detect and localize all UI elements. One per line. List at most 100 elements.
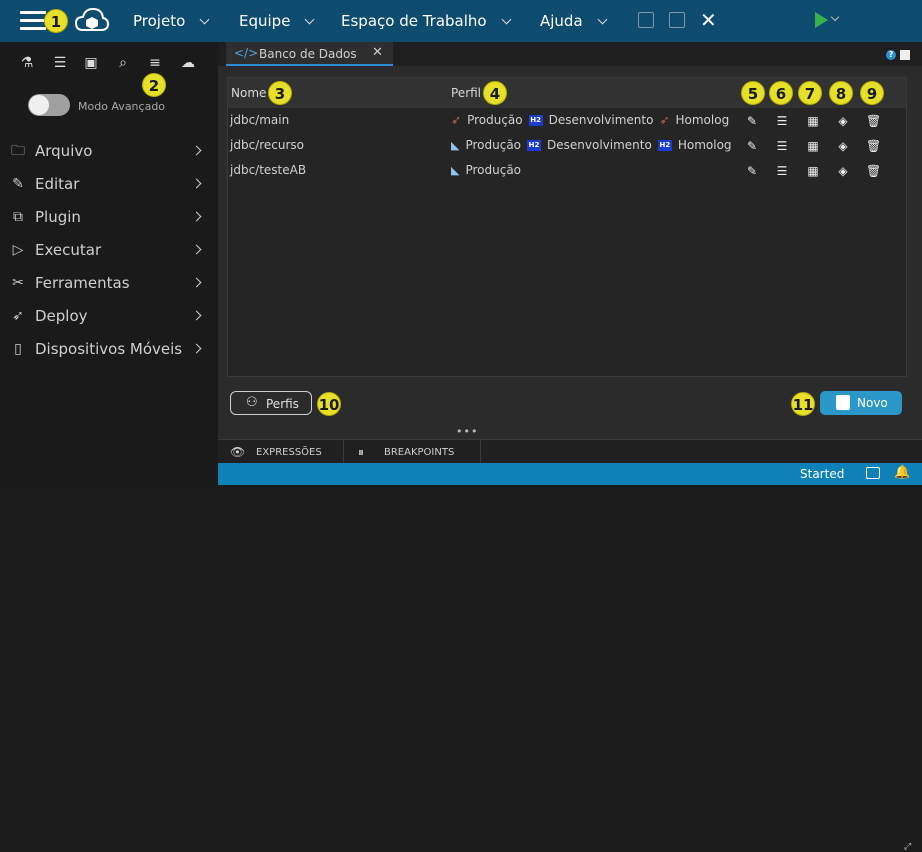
chevron-right-icon [191,277,202,288]
sidebar-item-arquivo[interactable]: 🗀 Arquivo [0,136,218,168]
excel-icon[interactable]: ▦ [806,139,820,153]
sidebar-item-ferramentas[interactable]: ✂ Ferramentas [0,268,218,300]
annotation-badge: 7 [798,81,822,105]
database-settings-icon[interactable]: ☰ [775,114,789,128]
cloud-service-icon[interactable]: ☁ [180,55,196,71]
menu-label: Projeto [133,12,186,30]
datasource-table: Nome Perfil jdbc/main ➶ Produção H2 Desenv… [227,77,907,377]
trash-icon[interactable]: 🗑 [866,164,881,178]
database-settings-icon[interactable]: ☰ [775,139,789,153]
add-file-icon [836,395,850,410]
dev-icon: ◣ [451,163,460,177]
button-label: Novo [857,396,888,410]
dev-icon: ◣ [451,138,460,152]
layers-icon[interactable]: ◈ [836,114,850,128]
edit-icon[interactable]: ✎ [745,114,759,128]
layers-icon[interactable]: ◈ [836,139,850,153]
sidebar-item-label: Ferramentas [35,274,130,292]
column-header-profile[interactable]: Perfil [451,86,481,100]
profile-label: Produção [465,138,522,152]
sidebar-item-plugin[interactable]: ⧉ Plugin [0,202,218,234]
new-button[interactable]: Novo [820,391,902,415]
menu-equipe[interactable]: Equipe [239,12,315,30]
resize-handle[interactable]: ••• [456,425,478,438]
sidebar-toolbar: ⚗ ☰ ▣ ⌕ ≡ ☁ [0,55,218,75]
datasource-name: jdbc/testeAB [230,163,307,177]
rocket-icon: ➶ [659,113,670,127]
advanced-mode-toggle[interactable] [28,94,70,116]
eye-icon: 👁 [230,445,246,459]
profile-label: Desenvolvimento [548,113,654,127]
user-icon: ⚇ [246,395,258,410]
tab-breakpoints[interactable]: ⏸ BREAKPOINTS [344,440,481,464]
sidebar-item-label: Editar [35,175,80,193]
edit-icon[interactable]: ✎ [745,164,759,178]
sidebar-item-executar[interactable]: ▷ Executar [0,235,218,267]
save-icon[interactable] [638,12,654,28]
chevron-down-icon[interactable] [830,12,840,22]
annotation-badge: 3 [268,81,292,105]
sidebar-item-deploy[interactable]: ➶ Deploy [0,301,218,333]
annotation-badge: 9 [860,81,884,105]
menu-espaco-de-trabalho[interactable]: Espaço de Trabalho [341,12,512,30]
edit-icon[interactable]: ✎ [745,139,759,153]
database-settings-icon[interactable]: ☰ [775,164,789,178]
tab-banco-de-dados[interactable]: </> Banco de Dados ✕ [226,42,393,66]
table-row[interactable]: jdbc/recurso ◣ Produção H2 Desenvolvimento… [228,134,906,159]
table-row[interactable]: jdbc/main ➶ Produção H2 Desenvolvimento ➶ H… [228,109,906,134]
bell-icon[interactable]: 🔔 [894,465,910,480]
terminal-icon[interactable]: ▣ [83,55,99,71]
checklist-icon[interactable]: ☰ [52,55,68,71]
chevron-right-icon [191,211,202,222]
sidebar-item-label: Deploy [35,307,88,325]
expand-icon[interactable]: ⤢ [904,842,911,852]
layers-icon[interactable]: ◈ [836,164,850,178]
excel-icon[interactable]: ▦ [806,164,820,178]
cloud-logo-icon[interactable] [74,6,110,36]
hamburger-icon[interactable] [20,11,46,31]
chevron-down-icon [304,14,315,24]
menu-ajuda[interactable]: Ajuda [540,12,608,30]
datasource-name: jdbc/main [230,113,290,127]
close-tab-icon[interactable]: ✕ [372,45,383,60]
tab-label: BREAKPOINTS [384,447,455,458]
rocket-icon: ➶ [12,308,24,324]
tab-label: Banco de Dados [259,47,357,61]
trash-icon[interactable]: 🗑 [866,114,881,128]
chevron-down-icon [199,14,210,24]
tools-icon: ✂ [12,275,24,291]
trash-icon[interactable]: 🗑 [866,139,881,153]
table-row[interactable]: jdbc/testeAB ◣ Produção ✎ ☰ ▦ ◈ 🗑 [228,159,906,184]
play-icon: ▷ [12,242,24,258]
column-header-name[interactable]: Nome [231,86,266,100]
code-icon: </> [234,46,259,60]
chat-icon[interactable] [866,467,880,479]
chevron-down-icon [501,14,512,24]
annotation-badge: 4 [483,81,507,105]
save-all-icon[interactable] [669,12,685,28]
sidebar-item-dispositivos-moveis[interactable]: ▯ Dispositivos Móveis [0,334,218,366]
excel-icon[interactable]: ▦ [806,114,820,128]
top-bar: Projeto Equipe Espaço de Trabalho Ajuda … [0,0,922,42]
help-icon[interactable]: ? [886,50,896,60]
chevron-right-icon [191,343,202,354]
annotation-badge: 2 [142,73,166,97]
main-panel: </> Banco de Dados ✕ ? Nome Perfil jdbc/… [218,42,922,852]
h2-icon: H2 [528,114,543,126]
pencil-icon: ✎ [12,176,24,192]
flask-icon[interactable]: ⚗ [19,55,35,71]
maximize-icon[interactable] [900,50,910,60]
run-icon[interactable] [815,12,828,28]
chevron-right-icon [191,310,202,321]
sidebar-item-editar[interactable]: ✎ Editar [0,169,218,201]
menu-projeto[interactable]: Projeto [133,12,210,30]
tab-expressoes[interactable]: 👁 EXPRESSÕES [218,440,344,464]
database-icon[interactable]: ≡ [147,55,163,71]
profile-label: Homolog [675,113,730,127]
menu-label: Ajuda [540,12,583,30]
close-icon[interactable]: ✕ [700,10,717,30]
profiles-button[interactable]: ⚇ Perfis [230,391,312,415]
profile-list: ◣ Produção H2 Desenvolvimento H2 Homolog [451,138,738,152]
folder-icon: 🗀 [11,143,25,159]
search-file-icon[interactable]: ⌕ [115,55,131,71]
